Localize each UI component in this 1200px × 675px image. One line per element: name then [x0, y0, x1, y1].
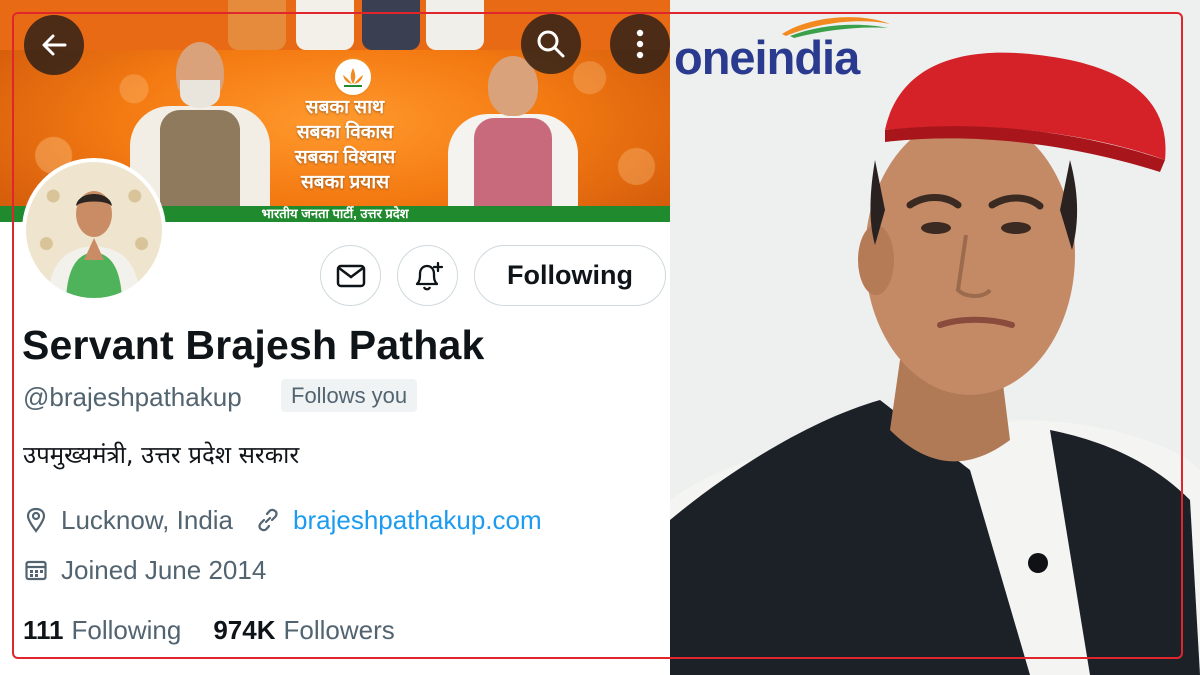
slogan-line: सबका विश्वास	[294, 147, 396, 168]
profile-handle: @brajeshpathakup	[23, 382, 242, 412]
man-in-red-cap-photo	[670, 52, 1200, 675]
calendar-icon	[23, 557, 49, 583]
bell-plus-icon	[415, 261, 443, 290]
envelope-icon	[336, 264, 365, 287]
followers-stat-label[interactable]: Followers	[284, 615, 395, 646]
brand-logo: oneindia	[674, 31, 860, 84]
back-button[interactable]	[24, 15, 84, 75]
avatar[interactable]	[22, 158, 166, 302]
profile-bio: उपमुख्यमंत्री, उत्तर प्रदेश सरकार	[23, 441, 300, 469]
banner-mini-leader	[362, 0, 420, 50]
portrait-photo	[670, 0, 1200, 675]
notifications-button[interactable]	[397, 245, 458, 306]
link-icon	[255, 507, 281, 533]
following-stat-label[interactable]: Following	[72, 615, 182, 646]
arrow-left-icon	[42, 34, 67, 56]
followers-count[interactable]: 974K	[213, 615, 275, 646]
profile-meta-joined-row: Joined June 2014	[23, 554, 266, 586]
search-button[interactable]	[521, 14, 581, 74]
avatar-portrait	[48, 191, 140, 298]
leader-vest	[160, 110, 240, 206]
following-button-label: Following	[507, 260, 633, 290]
banner-mini-leader	[296, 0, 354, 50]
profile-location: Lucknow, India	[61, 504, 234, 535]
banner-mini-leader	[426, 0, 484, 50]
profile-stats: 111 Following 974K Followers	[23, 612, 395, 648]
search-icon	[537, 30, 565, 58]
slogan-line: सबका विकास	[296, 122, 394, 143]
location-pin-icon	[23, 507, 49, 533]
message-button[interactable]	[320, 245, 381, 306]
follows-you-badge: Follows you	[281, 379, 418, 412]
leader-beard	[180, 80, 220, 108]
leader-vest	[474, 118, 552, 206]
profile-meta-location-row: Lucknow, India brajeshpathakup.com	[23, 504, 542, 536]
following-count[interactable]: 111	[23, 615, 64, 646]
profile-name: Servant Brajesh Pathak	[22, 322, 485, 368]
profile-website-link[interactable]: brajeshpathakup.com	[293, 505, 542, 536]
profile-screenshot: सबका साथ सबका विकास सबका विश्वास सबका प्…	[0, 0, 670, 675]
lotus-logo-icon	[333, 57, 373, 97]
banner-leader-right	[448, 56, 578, 206]
more-options-button[interactable]	[610, 14, 670, 74]
slogan-line: सबका साथ	[305, 97, 385, 118]
banner-slogan: सबका साथ सबका विकास सबका विश्वास सबका प्…	[270, 95, 420, 195]
profile-joined-date: Joined June 2014	[61, 554, 267, 585]
following-button[interactable]: Following	[474, 245, 666, 306]
more-vertical-icon	[636, 29, 644, 59]
slogan-line: सबका प्रयास	[300, 172, 390, 193]
